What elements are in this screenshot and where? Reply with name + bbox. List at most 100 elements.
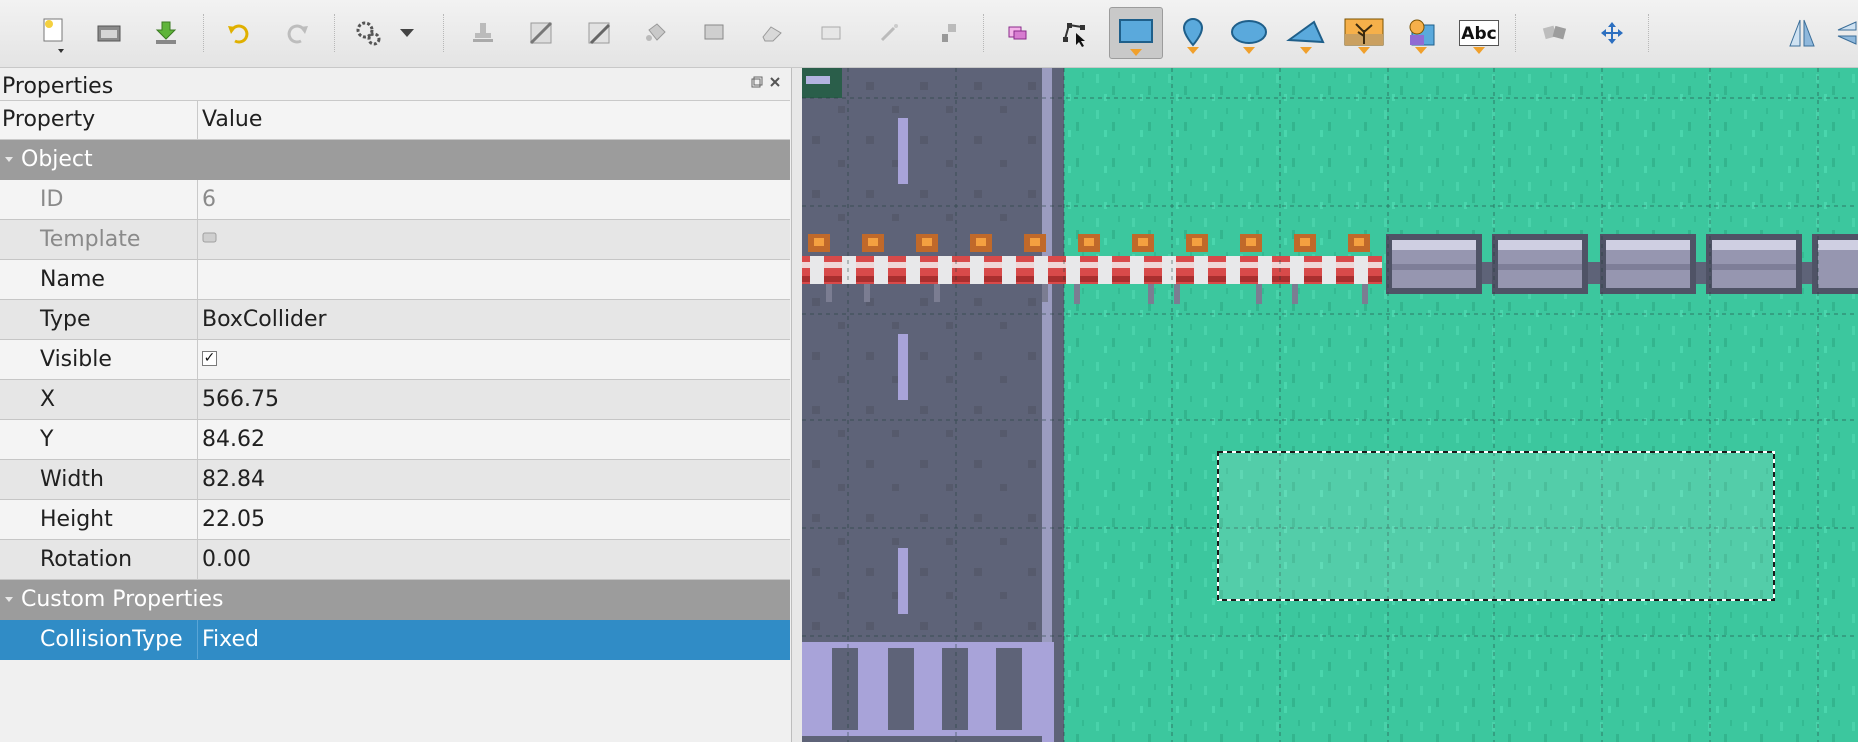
property-value[interactable]: 84.62	[197, 420, 790, 459]
chevron-down-icon	[1243, 47, 1255, 54]
insert-tile-icon	[1344, 18, 1384, 46]
terrain-brush-button[interactable]	[518, 10, 564, 56]
flip-horizontal-button[interactable]	[1779, 10, 1825, 56]
property-value: ✓	[197, 340, 790, 379]
insert-template-button[interactable]	[1398, 10, 1444, 56]
undo-button[interactable]	[215, 10, 261, 56]
select-objects-button[interactable]	[995, 10, 1041, 56]
property-row-name[interactable]: Name	[0, 260, 790, 300]
panel-title: Properties	[2, 74, 114, 99]
property-row-width[interactable]: Width 82.84	[0, 460, 790, 500]
property-value[interactable]: Fixed	[197, 620, 790, 659]
insert-ellipse-button[interactable]	[1226, 10, 1272, 56]
property-row-type[interactable]: Type BoxCollider	[0, 300, 790, 340]
tile-map-canvas[interactable]	[802, 68, 1858, 742]
save-button[interactable]	[143, 10, 189, 56]
rectangle-select-button[interactable]	[808, 10, 854, 56]
group-object[interactable]: Object	[0, 140, 790, 180]
new-document-icon	[43, 18, 64, 53]
lane-marking	[898, 118, 908, 184]
eraser-button[interactable]	[749, 10, 795, 56]
property-row-template[interactable]: Template	[0, 220, 790, 260]
wang-brush-button[interactable]	[576, 10, 622, 56]
redo-button[interactable]	[275, 10, 321, 56]
chevron-down-icon[interactable]	[4, 580, 14, 620]
chevron-down-icon	[1187, 47, 1199, 54]
magic-wand-button[interactable]	[866, 10, 912, 56]
group-custom-properties[interactable]: Custom Properties	[0, 580, 790, 620]
new-map-button[interactable]	[29, 10, 75, 56]
property-row-x[interactable]: X 566.75	[0, 380, 790, 420]
dice-icon	[1542, 25, 1567, 40]
property-value[interactable]: 82.84	[197, 460, 790, 499]
float-panel-icon[interactable]	[751, 76, 763, 88]
folder-open-icon	[97, 25, 121, 42]
property-row-id[interactable]: ID 6	[0, 180, 790, 220]
column-header-value[interactable]: Value	[197, 101, 262, 139]
road-area	[802, 68, 1054, 742]
insert-point-button[interactable]	[1170, 10, 1216, 56]
property-row-height[interactable]: Height 22.05	[0, 500, 790, 540]
stamp-brush-button[interactable]	[460, 10, 506, 56]
panel-splitter[interactable]	[792, 68, 802, 742]
chevron-down-icon	[1473, 47, 1485, 54]
insert-tile-button[interactable]	[1341, 10, 1387, 56]
insert-polygon-icon	[1286, 20, 1325, 44]
chevron-down-icon[interactable]	[4, 140, 14, 180]
commands-button[interactable]	[346, 10, 392, 56]
property-value[interactable]: 566.75	[197, 380, 790, 419]
commands-dropdown-button[interactable]	[394, 10, 420, 56]
select-same-tile-button[interactable]	[924, 10, 970, 56]
visible-checkbox[interactable]: ✓	[202, 350, 217, 366]
property-value[interactable]: 0.00	[197, 540, 790, 579]
property-name: Name	[40, 267, 105, 292]
select-objects-icon	[1008, 26, 1027, 40]
property-name: Visible	[40, 347, 112, 372]
column-header-property[interactable]: Property	[0, 101, 95, 139]
toolbar-separator	[203, 14, 206, 52]
toolbar-separator	[1515, 14, 1518, 52]
stamp-brush-icon	[473, 23, 493, 42]
shape-fill-button[interactable]	[691, 10, 737, 56]
chevron-down-icon	[400, 29, 414, 37]
undo-icon	[228, 24, 249, 44]
gears-icon	[356, 21, 381, 46]
open-button[interactable]	[86, 10, 132, 56]
chevron-down-icon	[1358, 47, 1370, 54]
main-toolbar: Abc	[0, 0, 1858, 68]
toolbar-separator	[983, 14, 986, 52]
property-value[interactable]: BoxCollider	[197, 300, 790, 339]
move-button[interactable]	[1589, 10, 1635, 56]
edit-polygons-button[interactable]	[1051, 10, 1097, 56]
insert-rectangle-button[interactable]	[1109, 7, 1163, 59]
toolbar-separator	[334, 14, 337, 52]
property-row-collisiontype[interactable]: CollisionType Fixed	[0, 620, 790, 660]
flip-vertical-button[interactable]	[1832, 10, 1858, 56]
property-row-y[interactable]: Y 84.62	[0, 420, 790, 460]
close-icon[interactable]	[769, 76, 781, 88]
property-row-rotation[interactable]: Rotation 0.00	[0, 540, 790, 580]
property-value[interactable]	[197, 260, 790, 299]
property-row-visible[interactable]: Visible ✓	[0, 340, 790, 380]
redo-icon	[287, 24, 308, 44]
save-download-icon	[155, 21, 177, 44]
magic-wand-icon	[880, 24, 898, 42]
lane-marking	[898, 548, 908, 614]
property-name: Height	[40, 507, 113, 532]
select-same-tile-icon	[942, 24, 956, 42]
property-name: Rotation	[40, 547, 133, 572]
insert-text-button[interactable]: Abc	[1456, 10, 1502, 56]
property-name: Template	[40, 227, 141, 252]
insert-ellipse-icon	[1231, 20, 1267, 44]
bucket-fill-button[interactable]	[633, 10, 679, 56]
insert-polygon-button[interactable]	[1283, 10, 1329, 56]
group-label: Custom Properties	[21, 587, 224, 612]
random-mode-button[interactable]	[1532, 10, 1578, 56]
map-view[interactable]	[802, 68, 1858, 742]
selected-box-collider[interactable]	[1217, 451, 1775, 601]
property-name: CollisionType	[40, 627, 183, 652]
template-picker-icon[interactable]	[202, 230, 218, 244]
shape-fill-icon	[704, 24, 724, 40]
bucket-fill-icon	[646, 23, 666, 41]
property-value[interactable]: 22.05	[197, 500, 790, 539]
